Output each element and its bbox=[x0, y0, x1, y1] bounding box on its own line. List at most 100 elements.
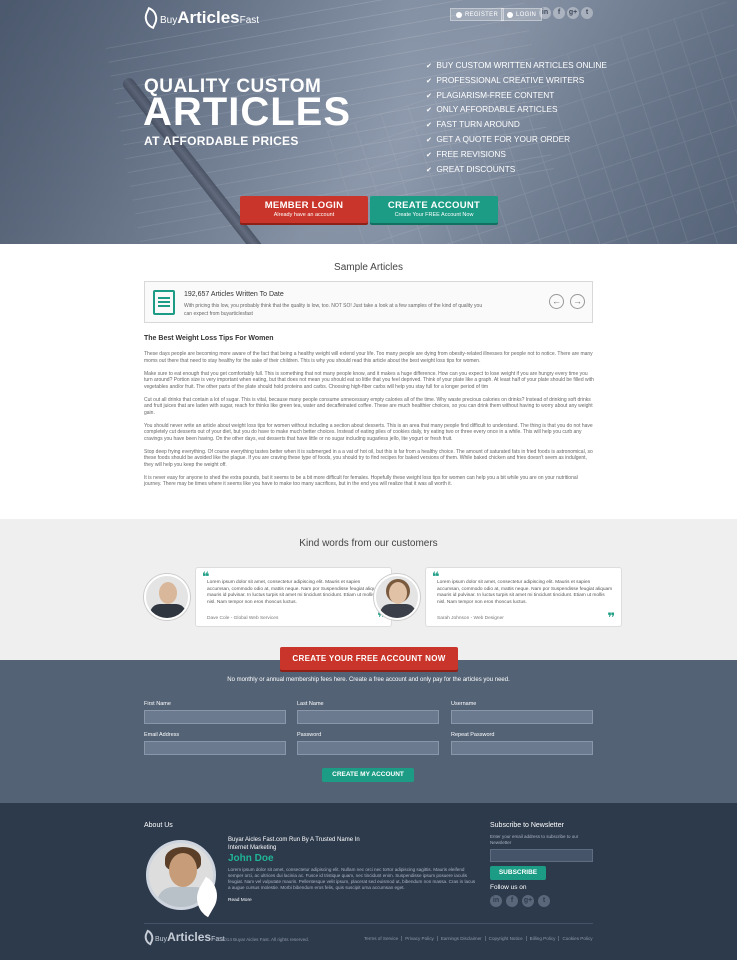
logo-articles: Articles bbox=[177, 8, 240, 27]
twitter-icon[interactable]: t bbox=[538, 895, 550, 907]
testimonial-card: ❝ Lorem ipsum dolor sit amet, consectetu… bbox=[195, 567, 392, 627]
check-icon: ✔ bbox=[426, 63, 432, 70]
email-field[interactable] bbox=[144, 741, 286, 755]
feature-item: ✔ ONLY AFFORDABLE ARTICLES bbox=[426, 103, 607, 118]
username-label: Username bbox=[451, 701, 477, 707]
logo-buy: Buy bbox=[160, 15, 178, 26]
email-label: Email Address bbox=[144, 732, 180, 738]
article-paragraph: Cut out all drinks that contain a lot of… bbox=[144, 396, 593, 416]
footer-link-terms[interactable]: Terms of Service bbox=[361, 936, 403, 941]
author-name: John Doe bbox=[228, 853, 274, 864]
feature-item: ✔ GREAT DISCOUNTS bbox=[426, 163, 607, 178]
read-more-link[interactable]: Read More bbox=[228, 898, 252, 903]
feature-item: ✔ BUY CUSTOM WRITTEN ARTICLES ONLINE bbox=[426, 59, 607, 74]
testimonial-author: Dave Cole - Global Web Services bbox=[207, 616, 279, 621]
last-name-field[interactable] bbox=[297, 710, 439, 724]
footer-logo[interactable]: Buy Articles Fast bbox=[141, 928, 225, 946]
footer-link-copyright[interactable]: Copyright Notice bbox=[486, 936, 527, 941]
sample-articles-box: 192,657 Articles Written To Date With pr… bbox=[144, 281, 593, 323]
about-heading: About Us bbox=[144, 822, 173, 829]
testimonial-author: Sarah Johnson - Web Designer bbox=[437, 616, 504, 621]
follow-heading: Follow us on bbox=[490, 884, 527, 891]
create-free-account-button[interactable]: CREATE YOUR FREE ACCOUNT NOW bbox=[280, 647, 458, 670]
login-label: LOGIN bbox=[516, 11, 537, 18]
feature-item: ✔ PLAGIARISM-FREE CONTENT bbox=[426, 89, 607, 104]
article-paragraph: Make sure to eat enough that you get com… bbox=[144, 370, 594, 390]
sample-description: With pricing this low, you probably thin… bbox=[184, 303, 483, 317]
repeat-password-label: Repeat Password bbox=[451, 732, 495, 738]
quote-close-icon: ❞ bbox=[607, 610, 615, 625]
feature-item: ✔ PROFESSIONAL CREATIVE WRITERS bbox=[426, 74, 607, 89]
facebook-icon[interactable]: f bbox=[553, 7, 565, 19]
feature-list: ✔ BUY CUSTOM WRITTEN ARTICLES ONLINE ✔ P… bbox=[426, 59, 607, 177]
create-account-button[interactable]: CREATE ACCOUNT Create Your FREE Account … bbox=[370, 196, 498, 223]
newsletter-text: Enter your email address to subscribe to… bbox=[490, 834, 579, 845]
linkedin-icon[interactable]: in bbox=[490, 895, 502, 907]
testimonial-text: Lorem ipsum dolor sit amet, consectetur … bbox=[437, 580, 613, 605]
article-title: The Best Weight Loss Tips For Women bbox=[144, 335, 274, 342]
facebook-icon[interactable]: f bbox=[506, 895, 518, 907]
check-icon: ✔ bbox=[426, 166, 432, 174]
check-icon: ✔ bbox=[426, 122, 432, 130]
article-paragraph: You should never write an article about … bbox=[144, 422, 593, 442]
check-icon: ✔ bbox=[426, 151, 432, 159]
document-icon bbox=[153, 290, 175, 315]
footer-links: Terms of Service Privacy Policy Earnings… bbox=[361, 936, 596, 941]
repeat-password-field[interactable] bbox=[451, 741, 593, 755]
feature-item: ✔ GET A QUOTE FOR YOUR ORDER bbox=[426, 133, 607, 148]
testimonial-text: Lorem ipsum dolor sit amet, consectetur … bbox=[207, 580, 383, 605]
footer-link-cookies[interactable]: Cookies Policy bbox=[559, 936, 595, 941]
article-body: The Best Weight Loss Tips For Women Thes… bbox=[144, 335, 594, 494]
hero-banner bbox=[0, 0, 737, 244]
hero-title-line3: AT AFFORDABLE PRICES bbox=[144, 134, 299, 148]
signup-note: No monthly or annual membership fees her… bbox=[227, 677, 510, 683]
footer-link-billing[interactable]: Billing Policy bbox=[527, 936, 560, 941]
check-icon: ✔ bbox=[426, 136, 432, 144]
feature-item: ✔ FAST TURN AROUND bbox=[426, 118, 607, 133]
create-my-account-button[interactable]: CREATE MY ACCOUNT bbox=[322, 768, 414, 782]
first-name-field[interactable] bbox=[144, 710, 286, 724]
create-account-subtitle: Create Your FREE Account Now bbox=[394, 212, 474, 218]
username-field[interactable] bbox=[451, 710, 593, 724]
hero-overlay bbox=[0, 0, 737, 244]
login-button[interactable]: LOGIN bbox=[501, 8, 543, 21]
check-icon: ✔ bbox=[426, 92, 432, 100]
sample-articles-heading: Sample Articles bbox=[334, 262, 403, 273]
user-icon bbox=[456, 11, 462, 18]
subscribe-button[interactable]: SUBSCRIBE bbox=[490, 866, 546, 880]
article-paragraph: It is never easy for anyone to shed the … bbox=[144, 474, 578, 488]
arrow-left-icon[interactable]: ← bbox=[549, 294, 564, 309]
check-icon: ✔ bbox=[426, 107, 432, 115]
register-label: REGISTER bbox=[465, 11, 499, 18]
check-icon: ✔ bbox=[426, 77, 432, 85]
hero-title-line2: ARTICLES bbox=[143, 90, 351, 134]
site-logo[interactable]: Buy Articles Fast bbox=[140, 6, 260, 30]
feather-icon bbox=[140, 6, 162, 30]
avatar bbox=[374, 574, 420, 620]
logo-fast: Fast bbox=[239, 15, 260, 26]
member-login-button[interactable]: MEMBER LOGIN Already have an account bbox=[240, 196, 368, 223]
twitter-icon[interactable]: t bbox=[581, 7, 593, 19]
avatar bbox=[144, 574, 190, 620]
footer-link-earnings[interactable]: Earnings Disclaimer bbox=[438, 936, 486, 941]
footer-link-privacy[interactable]: Privacy Policy bbox=[402, 936, 438, 941]
googleplus-icon[interactable]: g+ bbox=[567, 7, 579, 19]
newsletter-email-input[interactable] bbox=[490, 849, 593, 862]
password-label: Password bbox=[297, 732, 322, 738]
author-bio: Lorem ipsum dolor sit amet, consectetur … bbox=[228, 867, 476, 890]
testimonials-heading: Kind words from our customers bbox=[299, 538, 438, 549]
footer-divider bbox=[144, 923, 593, 924]
articles-count: 192,657 Articles Written To Date bbox=[184, 291, 284, 298]
member-login-title: MEMBER LOGIN bbox=[264, 200, 344, 211]
article-paragraph: These days people are becoming more awar… bbox=[144, 351, 593, 364]
linkedin-icon[interactable]: in bbox=[539, 7, 551, 19]
feature-item: ✔ FREE REVISIONS bbox=[426, 148, 607, 163]
about-tagline: Buyar Aicles Fast.com Run By A Trusted N… bbox=[228, 837, 360, 851]
password-field[interactable] bbox=[297, 741, 439, 755]
pencil-icon bbox=[507, 11, 513, 18]
googleplus-icon[interactable]: g+ bbox=[522, 895, 534, 907]
member-login-subtitle: Already have an account bbox=[273, 212, 335, 218]
register-button[interactable]: REGISTER bbox=[450, 8, 505, 21]
create-account-title: CREATE ACCOUNT bbox=[387, 200, 481, 211]
arrow-right-icon[interactable]: → bbox=[570, 294, 585, 309]
